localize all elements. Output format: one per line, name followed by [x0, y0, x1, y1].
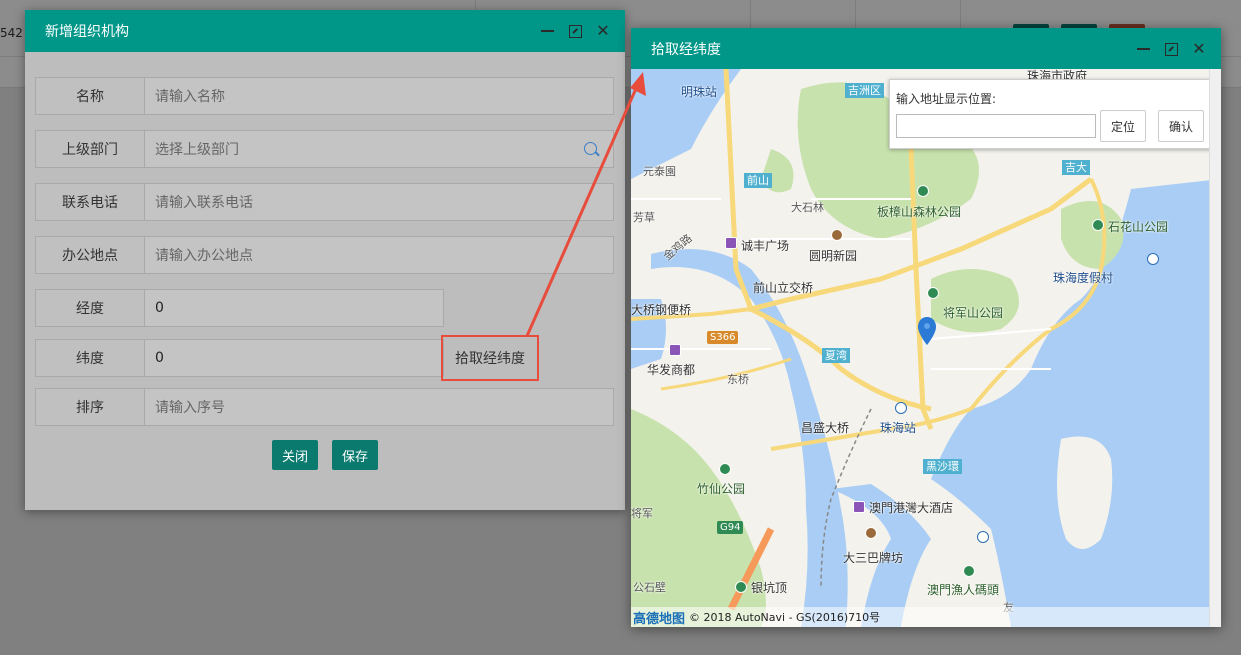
form-row-phone: 联系电话 请输入联系电话 [35, 183, 614, 221]
map-attribution: 高德地图 © 2018 AutoNavi - GS(2016)710号 [631, 607, 1221, 627]
search-icon[interactable] [584, 142, 597, 155]
phone-input[interactable]: 请输入联系电话 [145, 184, 613, 220]
map-label-macau-fisherman: 澳門漁人碼頭 [927, 583, 1000, 597]
mountain-icon [735, 581, 747, 593]
map-label-ruins: 大三巴牌坊 [843, 551, 904, 565]
map-label-qianshan-overpass: 前山立交桥 [753, 281, 814, 295]
map-label-gangqiao: 大桥钢便桥 [631, 303, 692, 317]
address-search-panel: 输入地址显示位置: 定位 确认 [889, 79, 1211, 149]
map-dialog: 拾取经纬度 ✕ 明珠站 吉洲区 珠海市政府 前山 元泰園 大石林 芳草 金鸡路 … [631, 28, 1221, 627]
field-label-parent: 上级部门 [36, 131, 145, 167]
field-label-office: 办公地点 [36, 237, 145, 273]
form-row-name: 名称 请输入名称 [35, 77, 614, 115]
map-label-macau-hotel: 澳門港灣大酒店 [869, 501, 954, 515]
location-marker-icon[interactable] [918, 317, 936, 345]
park-icon [963, 565, 975, 577]
parent-department-input[interactable]: 选择上级部门 [145, 131, 613, 167]
map-label-xiawan: 夏湾 [822, 348, 850, 363]
org-dialog-title: 新增组织机构 [45, 24, 129, 40]
map-copyright: © 2018 AutoNavi - GS(2016)710号 [689, 611, 881, 624]
map-label-zhuxian: 竹仙公园 [697, 482, 746, 496]
parent-department-placeholder: 选择上级部门 [155, 142, 239, 158]
hotel-icon [853, 501, 865, 513]
map-dialog-header: 拾取经纬度 ✕ [631, 28, 1221, 69]
map-drawing [631, 69, 1221, 627]
org-dialog: 新增组织机构 ✕ 名称 请输入名称 上级部门 选择上级部门 联系电话 请输入联系… [25, 10, 625, 510]
form-row-latitude: 纬度 0 [35, 339, 444, 377]
field-label-order: 排序 [36, 389, 145, 425]
map-label-jizhou: 吉洲区 [845, 83, 884, 98]
pick-coordinates-button[interactable]: 拾取经纬度 [441, 335, 539, 381]
map-label-banzhangshan: 板樟山森林公园 [877, 205, 962, 219]
map-label-chengfeng: 诚丰广场 [741, 239, 790, 253]
order-input[interactable]: 请输入序号 [145, 389, 613, 425]
park-icon [1092, 219, 1104, 231]
latitude-input[interactable]: 0 [145, 340, 443, 376]
address-input[interactable] [896, 114, 1096, 138]
map-label-fangcao: 芳草 [633, 211, 655, 224]
form-row-office: 办公地点 请输入办公地点 [35, 236, 614, 274]
form-row-parent: 上级部门 选择上级部门 [35, 130, 614, 168]
minimize-icon[interactable] [1135, 41, 1151, 57]
map-label-yinkengding: 银坑顶 [751, 581, 788, 595]
map-label-jida: 吉大 [1062, 160, 1090, 175]
port-icon [1147, 253, 1159, 265]
minimize-icon[interactable] [539, 23, 555, 39]
park-icon [719, 463, 731, 475]
dialog-actions: 关闭 保存 [25, 440, 625, 470]
park-icon [917, 185, 929, 197]
address-search-label: 输入地址显示位置: [896, 92, 997, 106]
form-row-order: 排序 请输入序号 [35, 388, 614, 426]
field-label-longitude: 经度 [36, 290, 145, 326]
amap-logo: 高德地图 [633, 611, 686, 627]
map-label-g94: G94 [717, 521, 744, 534]
longitude-input[interactable]: 0 [145, 290, 443, 326]
park-icon [927, 287, 939, 299]
confirm-button[interactable]: 确认 [1158, 110, 1204, 142]
station-icon [895, 402, 907, 414]
close-button[interactable]: 关闭 [271, 440, 318, 470]
map-label-heishahuan: 黑沙環 [923, 459, 962, 474]
org-dialog-header: 新增组织机构 ✕ [25, 10, 625, 52]
map-label-shihuashan: 石花山公园 [1108, 220, 1169, 234]
maximize-icon[interactable] [567, 23, 583, 39]
map-label-changsheng: 昌盛大桥 [801, 421, 850, 435]
map-label-yuantai: 元泰園 [643, 165, 676, 178]
close-icon[interactable]: ✕ [1191, 41, 1207, 57]
field-label-name: 名称 [36, 78, 145, 114]
field-label-latitude: 纬度 [36, 340, 145, 376]
maximize-icon[interactable] [1163, 41, 1179, 57]
landmark-icon [831, 229, 843, 241]
shopping-icon [669, 344, 681, 356]
save-button[interactable]: 保存 [332, 440, 379, 470]
map-label-dashilin: 大石林 [791, 201, 824, 214]
form-row-longitude: 经度 0 [35, 289, 444, 327]
locate-button[interactable]: 定位 [1100, 110, 1146, 142]
map-label-huafa: 华发商都 [647, 363, 696, 377]
name-input[interactable]: 请输入名称 [145, 78, 613, 114]
map-label-s366: S366 [707, 331, 739, 344]
map-canvas[interactable]: 明珠站 吉洲区 珠海市政府 前山 元泰園 大石林 芳草 金鸡路 诚丰广场 圆明新… [631, 69, 1221, 627]
field-label-phone: 联系电话 [36, 184, 145, 220]
map-scrollbar[interactable] [1209, 69, 1221, 627]
map-label-zhuhai-station: 珠海站 [880, 421, 917, 435]
close-icon[interactable]: ✕ [595, 23, 611, 39]
map-label-jiangjunshan: 将军山公园 [943, 306, 1004, 320]
map-dialog-title: 拾取经纬度 [651, 41, 721, 58]
landmark-icon [865, 527, 877, 539]
port-icon [977, 531, 989, 543]
map-label-zhuhai-resort: 珠海度假村 [1053, 271, 1114, 285]
map-label-qianshan: 前山 [744, 173, 772, 188]
map-label-shibi: 公石壁 [633, 581, 666, 594]
office-input[interactable]: 请输入办公地点 [145, 237, 613, 273]
shopping-icon [725, 237, 737, 249]
map-label-dongqiao: 东桥 [727, 373, 749, 386]
map-label-mingzhu-station: 明珠站 [681, 85, 718, 99]
map-label-yuanming: 圆明新园 [809, 249, 858, 263]
map-label-jiangjun: 将军 [631, 507, 653, 520]
